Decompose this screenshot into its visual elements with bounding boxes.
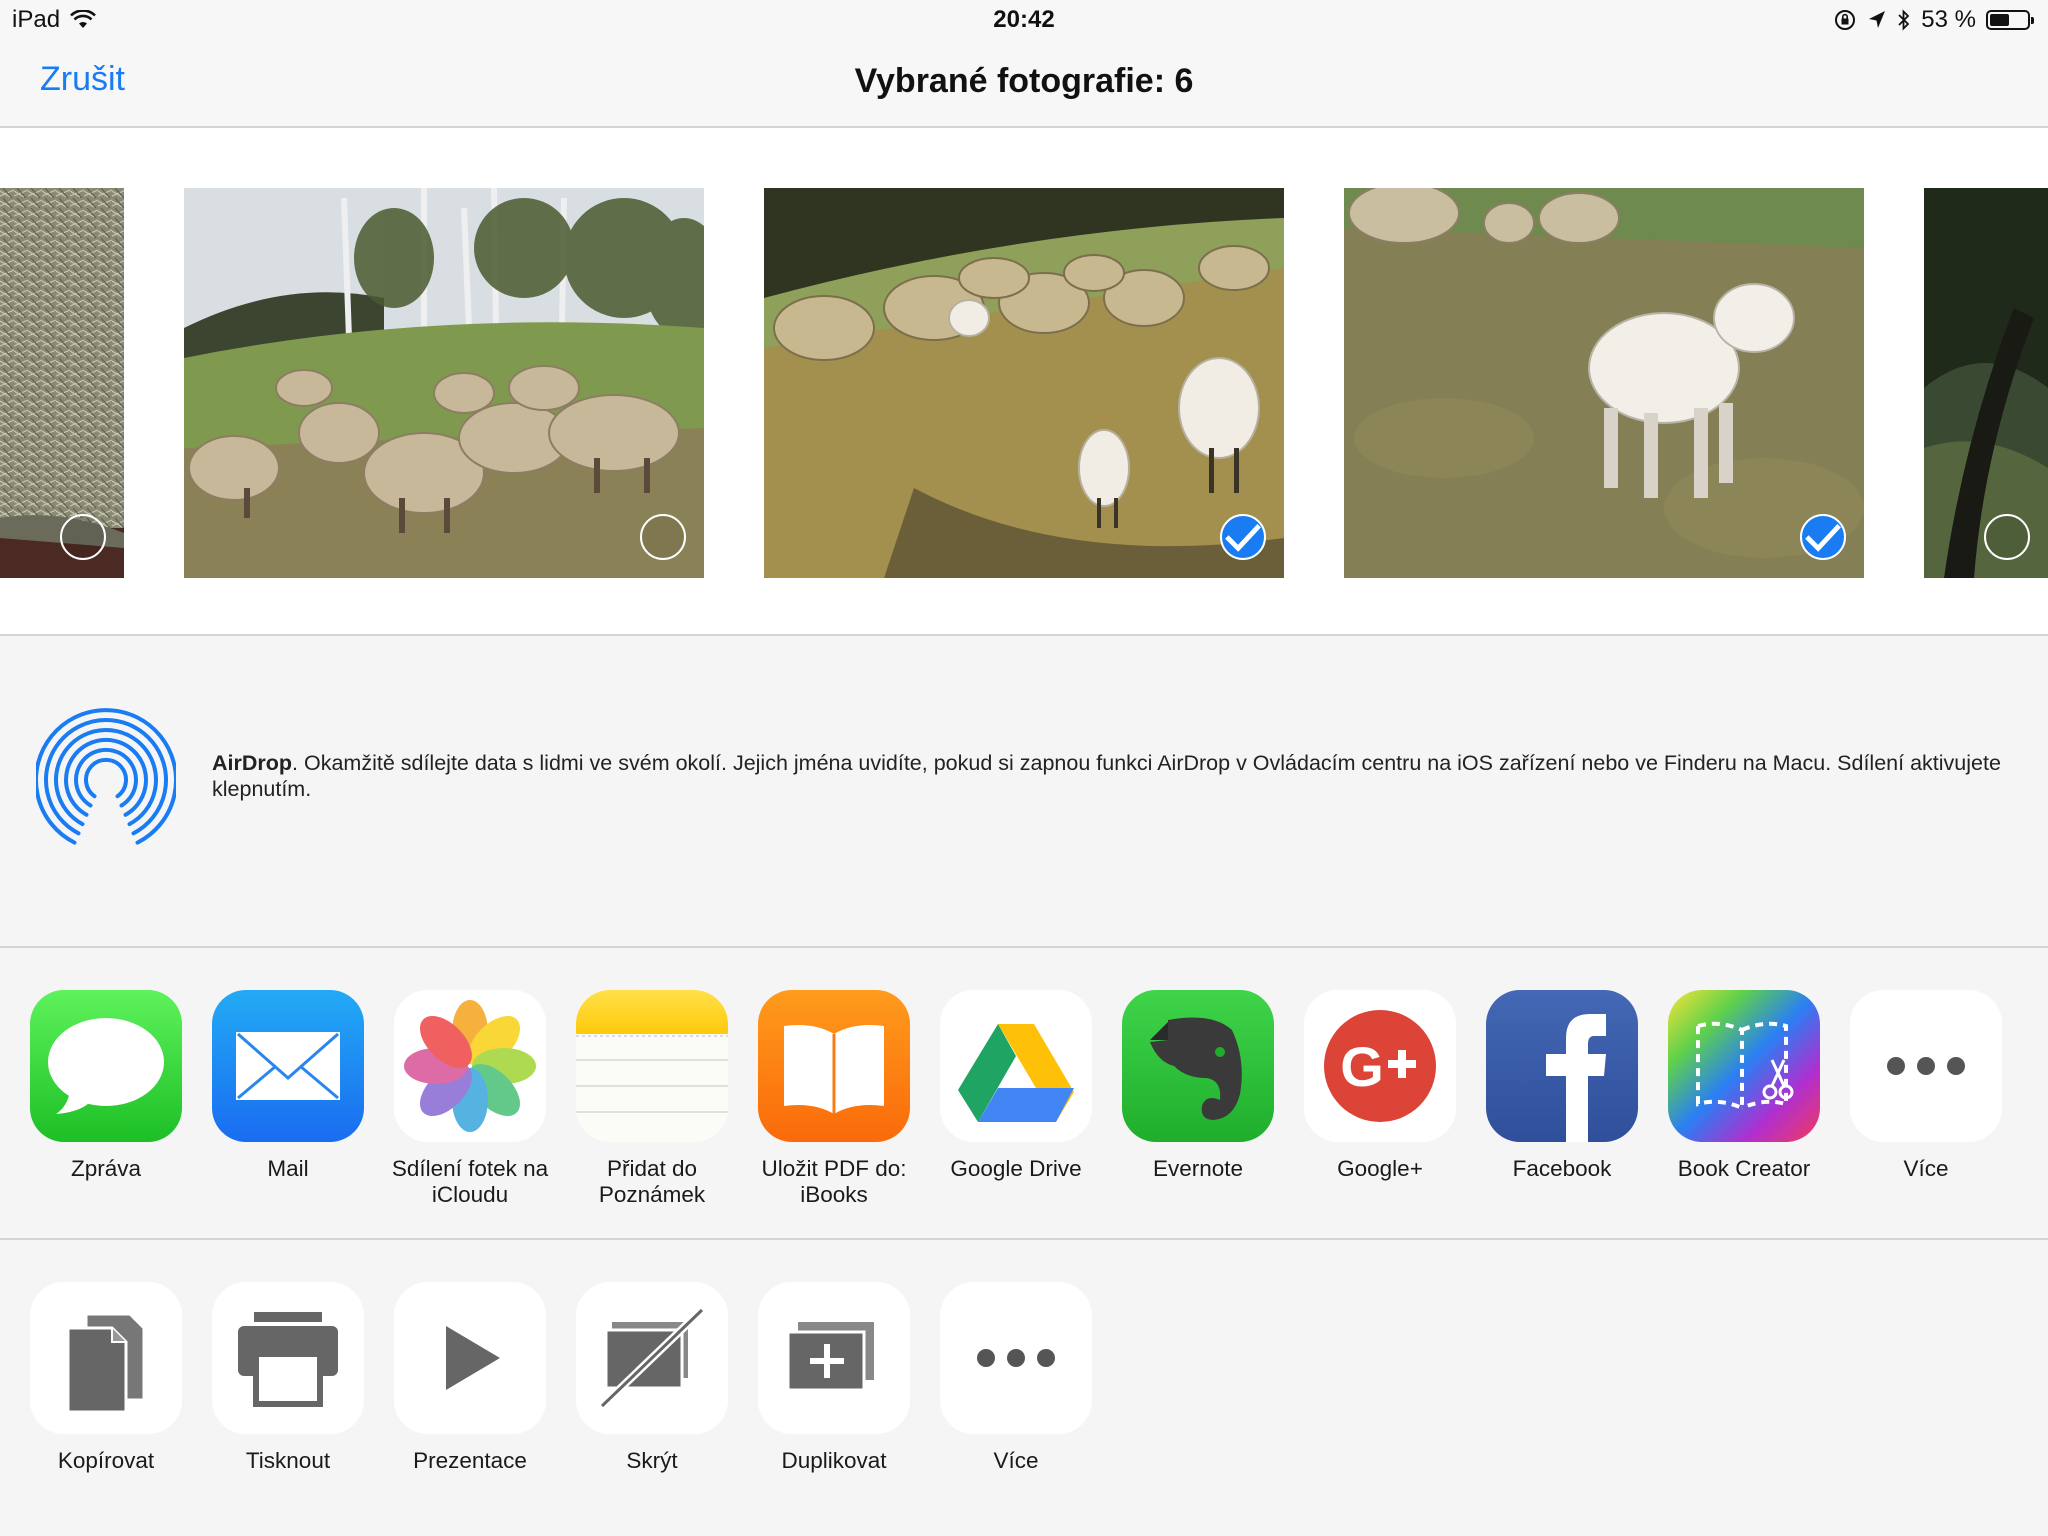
airdrop-title: AirDrop — [212, 751, 293, 775]
messages-icon — [30, 990, 182, 1142]
selection-circle[interactable] — [1984, 514, 2030, 560]
share-app-messages[interactable]: Zpráva — [30, 990, 182, 1182]
airdrop-body: . Okamžitě sdílejte data s lidmi ve svém… — [212, 751, 2001, 801]
share-app-label: Book Creator — [1677, 1156, 1811, 1181]
action-print[interactable]: Tisknout — [212, 1282, 364, 1474]
action-label: Tisknout — [245, 1448, 331, 1473]
share-app-label: Zpráva — [70, 1156, 142, 1181]
share-app-ibooks[interactable]: Uložit PDF do: iBooks — [758, 990, 910, 1208]
more-icon — [1850, 990, 2002, 1142]
share-app-label: Přidat do Poznámek — [598, 1156, 706, 1207]
action-hide[interactable]: Skrýt — [576, 1282, 728, 1474]
action-label: Více — [993, 1448, 1039, 1473]
ibooks-icon — [758, 990, 910, 1142]
photo-image — [184, 188, 704, 578]
airdrop-section[interactable]: AirDrop. Okamžitě sdílejte data s lidmi … — [0, 636, 2048, 948]
share-app-facebook[interactable]: Facebook — [1486, 990, 1638, 1182]
airdrop-icon — [36, 708, 176, 846]
google-plus-icon: G — [1304, 990, 1456, 1142]
action-label: Prezentace — [413, 1448, 527, 1473]
photo-image — [0, 188, 124, 578]
share-app-label: Sdílení fotek na iCloudu — [391, 1156, 549, 1207]
photo-image — [1344, 188, 1864, 578]
checkmark-icon — [1225, 524, 1261, 552]
share-app-more[interactable]: Více — [1850, 990, 2002, 1182]
photo-thumbnail[interactable] — [1344, 188, 1864, 578]
photo-image — [1924, 188, 2048, 578]
photo-strip[interactable] — [0, 128, 2048, 636]
checkmark-icon — [1805, 524, 1841, 552]
share-app-label: Facebook — [1512, 1156, 1612, 1181]
copy-icon — [30, 1282, 182, 1434]
share-app-google-plus[interactable]: G Google+ — [1304, 990, 1456, 1182]
action-more[interactable]: Více — [940, 1282, 1092, 1474]
notes-icon — [576, 990, 728, 1142]
share-app-label: Mail — [267, 1156, 309, 1181]
share-app-mail[interactable]: Mail — [212, 990, 364, 1182]
action-slideshow[interactable]: Prezentace — [394, 1282, 546, 1474]
actions-row: Kopírovat Tisknout Prezentace Skrýt Dupl… — [0, 1240, 2048, 1536]
action-label: Duplikovat — [781, 1448, 887, 1473]
svg-text:G: G — [1340, 1035, 1384, 1098]
action-copy[interactable]: Kopírovat — [30, 1282, 182, 1474]
more-icon — [940, 1282, 1092, 1434]
photo-thumbnail[interactable] — [0, 188, 124, 578]
page-title: Vybrané fotografie: 6 — [854, 62, 1194, 100]
book-creator-icon — [1668, 990, 1820, 1142]
share-app-label: Více — [1903, 1156, 1949, 1181]
action-duplicate[interactable]: Duplikovat — [758, 1282, 910, 1474]
status-right: 53 % — [1833, 6, 2034, 34]
photo-thumbnail[interactable] — [184, 188, 704, 578]
google-drive-icon — [940, 990, 1092, 1142]
slideshow-icon — [394, 1282, 546, 1434]
share-app-evernote[interactable]: Evernote — [1122, 990, 1274, 1182]
mail-icon — [212, 990, 364, 1142]
battery-icon — [1986, 10, 2034, 30]
action-label: Skrýt — [626, 1448, 678, 1473]
facebook-icon — [1486, 990, 1638, 1142]
evernote-icon — [1122, 990, 1274, 1142]
photo-thumbnail[interactable] — [764, 188, 1284, 578]
share-app-label: Evernote — [1152, 1156, 1244, 1181]
status-time: 20:42 — [993, 6, 1055, 33]
duplicate-icon — [758, 1282, 910, 1434]
photos-icon — [394, 990, 546, 1142]
hide-icon — [576, 1282, 728, 1434]
share-app-label: Uložit PDF do: iBooks — [761, 1156, 907, 1207]
share-apps-row: Zpráva Mail Sdílení fotek na iCloudu Při… — [0, 948, 2048, 1240]
airdrop-description: AirDrop. Okamžitě sdílejte data s lidmi … — [212, 750, 2002, 802]
print-icon — [212, 1282, 364, 1434]
battery-percent: 53 % — [1921, 6, 1976, 33]
status-bar: iPad 20:42 53 % — [0, 0, 2048, 40]
action-label: Kopírovat — [57, 1448, 155, 1473]
battery-level — [1990, 14, 2009, 26]
share-app-label: Google Drive — [950, 1156, 1082, 1181]
share-app-book-creator[interactable]: Book Creator — [1668, 990, 1820, 1182]
navigation-bar: Zrušit Vybrané fotografie: 6 — [0, 40, 2048, 128]
selection-circle[interactable] — [60, 514, 106, 560]
selection-circle[interactable] — [640, 514, 686, 560]
share-app-icloud-photos[interactable]: Sdílení fotek na iCloudu — [392, 990, 548, 1208]
selection-checkmark[interactable] — [1220, 514, 1266, 560]
location-icon — [1869, 11, 1886, 28]
cancel-button[interactable]: Zrušit — [40, 60, 125, 99]
share-app-google-drive[interactable]: Google Drive — [940, 990, 1092, 1182]
share-app-label: Google+ — [1337, 1156, 1423, 1181]
share-app-notes[interactable]: Přidat do Poznámek — [576, 990, 728, 1208]
selection-checkmark[interactable] — [1800, 514, 1846, 560]
bluetooth-icon — [1898, 9, 1910, 31]
photo-image — [764, 188, 1284, 578]
orientation-lock-icon — [1835, 10, 1856, 30]
photo-thumbnail[interactable] — [1924, 188, 2048, 578]
